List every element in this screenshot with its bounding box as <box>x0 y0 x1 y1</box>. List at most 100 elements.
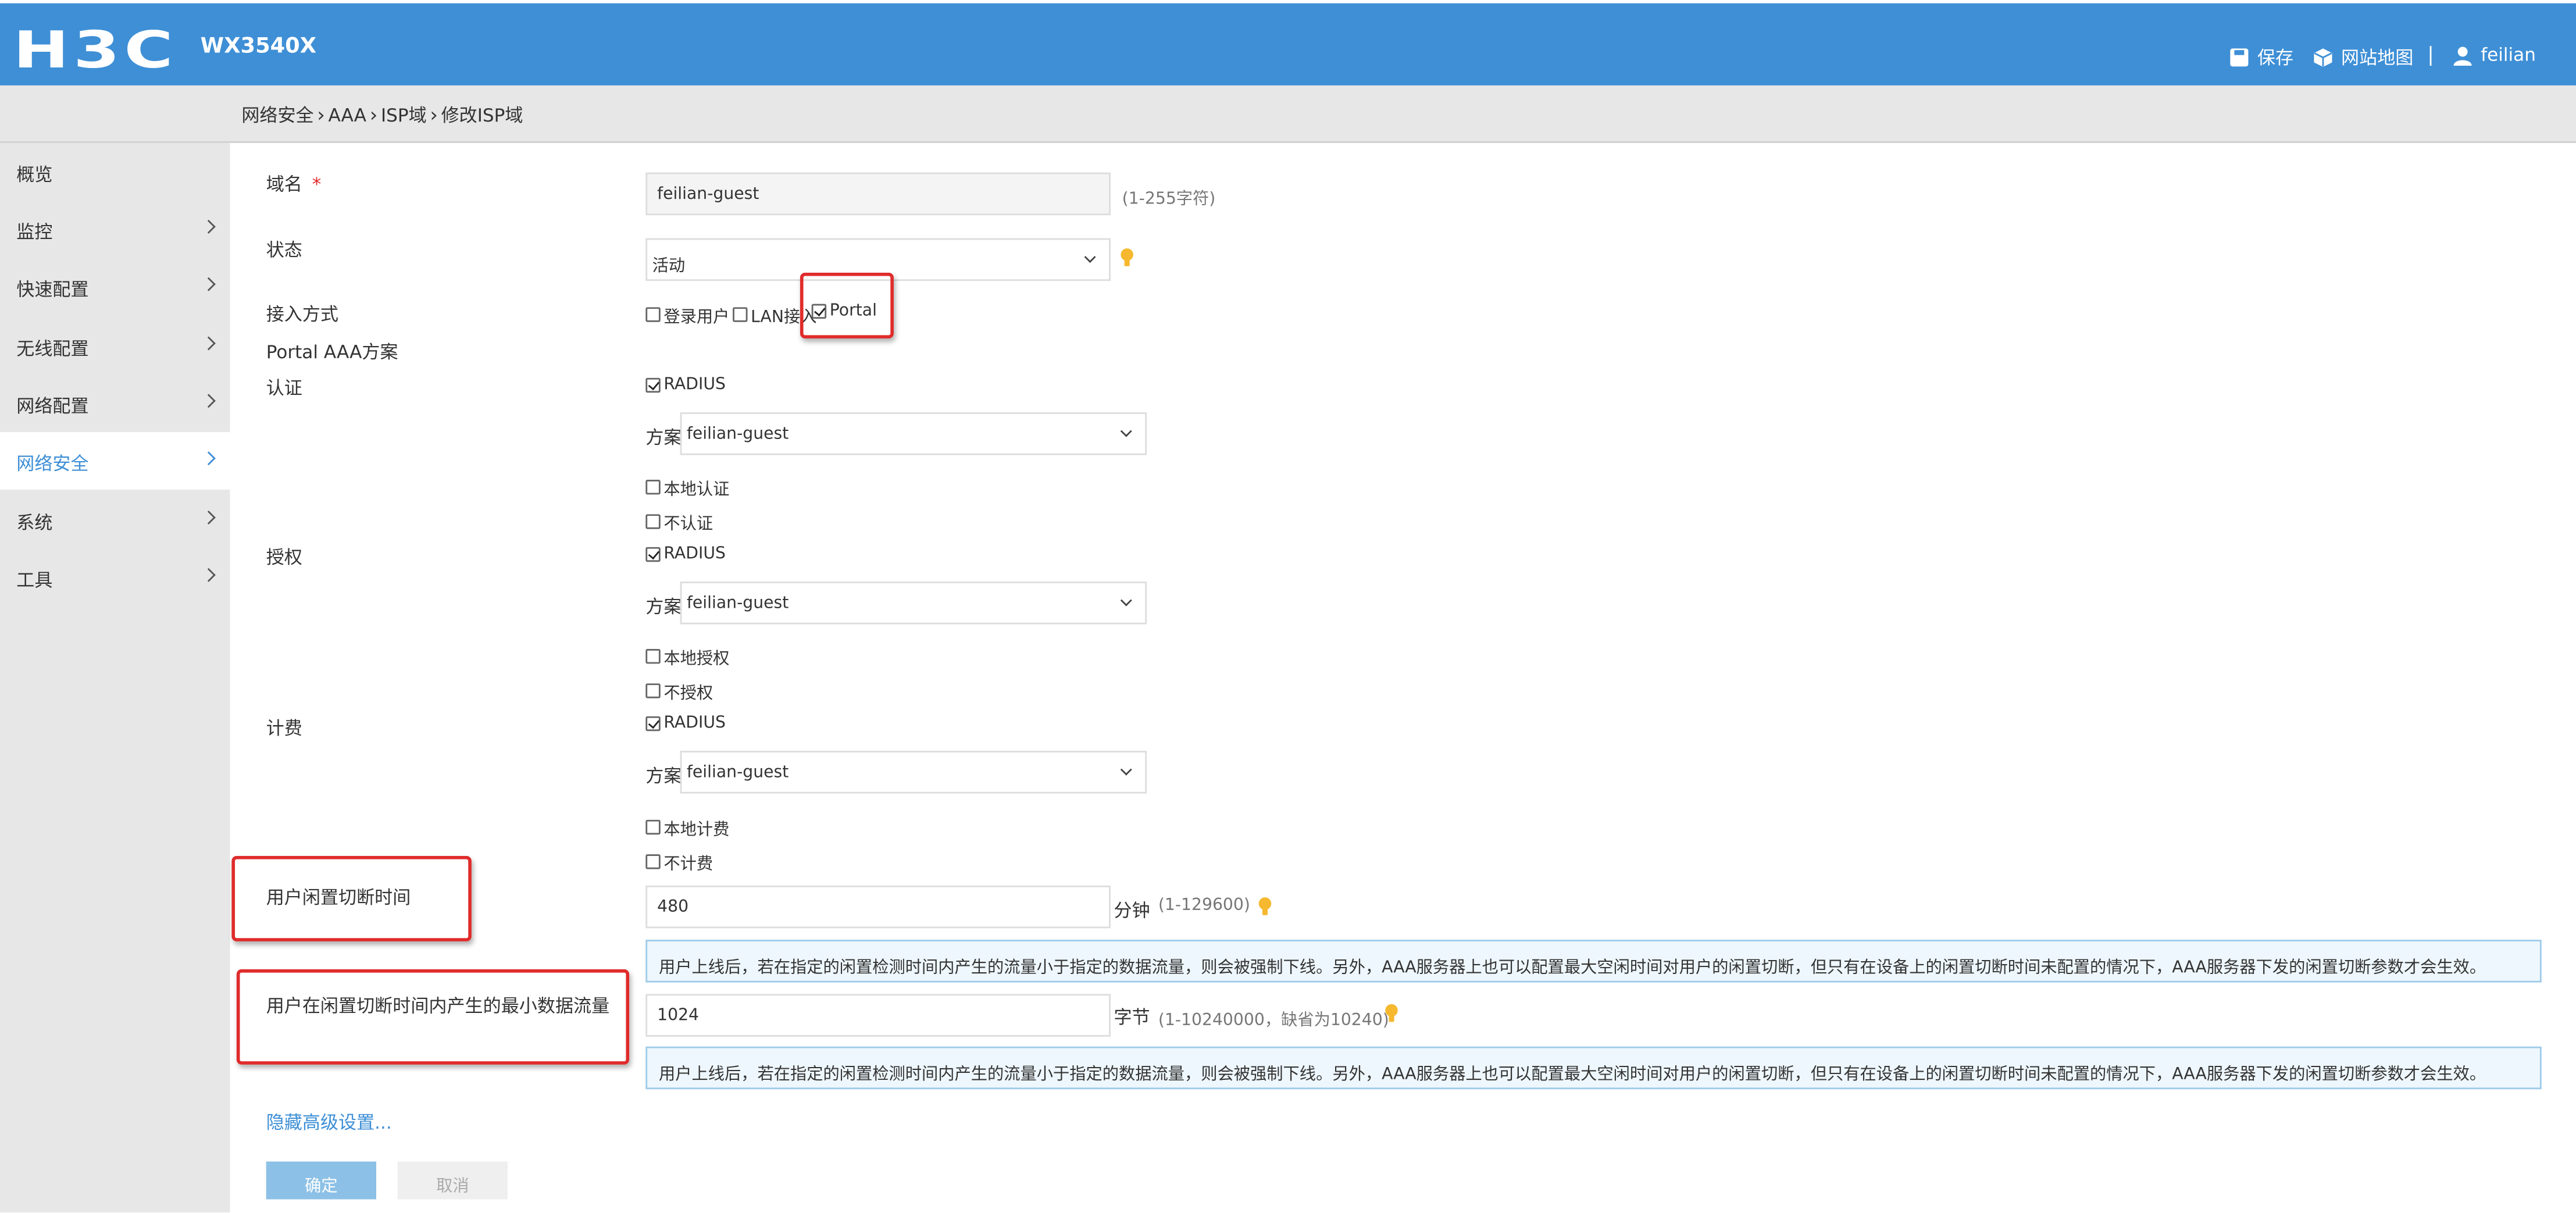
sidebar-item-tools[interactable]: 工具 <box>0 549 230 606</box>
chevron-right-icon <box>201 451 216 466</box>
idle-flow-hint: (1-10240000，缺省为10240) <box>1158 1012 1389 1030</box>
checkbox-unchecked-icon <box>645 648 661 664</box>
sitemap-button[interactable]: 网站地图 <box>2313 44 2413 70</box>
breadcrumb: 网络安全 › AAA › ISP域 › 修改ISP域 <box>241 102 523 128</box>
breadcrumb-current: 修改ISP域 <box>441 105 523 127</box>
idle-time-unit: 分钟 <box>1114 900 1150 922</box>
sidebar-item-network-security[interactable]: 网络安全 <box>0 432 230 490</box>
acct-plan-select[interactable]: feilian-guest <box>680 751 1147 794</box>
sidebar-item-monitor[interactable]: 监控 <box>0 201 230 258</box>
sidebar-item-system[interactable]: 系统 <box>0 491 230 549</box>
authz-plan-value: feilian-guest <box>686 594 789 613</box>
device-model: WX3540X <box>200 34 317 59</box>
tip-bulb-icon[interactable] <box>1258 897 1272 917</box>
tip-bulb-icon[interactable] <box>1121 248 1134 268</box>
cube-icon <box>2314 48 2332 67</box>
save-button[interactable]: 保存 <box>2229 44 2293 70</box>
idle-flow-unit: 字节 <box>1114 1007 1150 1029</box>
hide-advanced-link[interactable]: 隐藏高级设置... <box>266 1109 392 1135</box>
auth-plan-value: feilian-guest <box>686 425 789 444</box>
status-select-value: 活动 <box>652 258 686 276</box>
checkbox-label: 登录用户 <box>663 309 730 327</box>
checkbox-unchecked-icon <box>645 683 661 698</box>
chevron-right-icon <box>201 510 216 525</box>
checkbox-checked-icon <box>645 547 661 562</box>
checkbox-unchecked-icon <box>645 819 661 835</box>
acct-local-checkbox[interactable]: 本地计费 <box>645 815 730 840</box>
highlight-box-portal <box>800 272 894 339</box>
highlight-box-idle-flow <box>236 969 630 1065</box>
authz-label: 授权 <box>266 547 302 569</box>
tip-bulb-icon[interactable] <box>1385 1004 1398 1023</box>
acct-plan-value: feilian-guest <box>686 764 789 782</box>
domain-input[interactable]: feilian-guest <box>645 172 1111 216</box>
chevron-right-icon <box>201 219 216 234</box>
access-login-user-checkbox[interactable]: 登录用户 <box>645 302 729 327</box>
auth-none-checkbox[interactable]: 不认证 <box>645 509 713 534</box>
checkbox-label: 本地认证 <box>663 481 730 500</box>
checkbox-label: 不授权 <box>663 685 713 704</box>
portal-aaa-title: Portal AAA方案 <box>266 341 398 363</box>
sidebar-item-label: 快速配置 <box>16 279 89 301</box>
highlight-box-idle-time <box>231 855 472 941</box>
breadcrumb-item[interactable]: ISP域 <box>381 102 427 128</box>
top-header: H3C WX3540X 保存 网站地图 feilian <box>0 3 2576 85</box>
sidebar-item-label: 系统 <box>16 512 53 534</box>
checkbox-unchecked-icon <box>733 307 748 322</box>
username: feilian <box>2481 44 2536 66</box>
checkbox-unchecked-icon <box>645 854 661 869</box>
checkbox-unchecked-icon <box>645 514 661 529</box>
auth-radius-checkbox[interactable]: RADIUS <box>645 376 726 394</box>
checkbox-label: 本地计费 <box>663 821 730 840</box>
sidebar-item-quick-config[interactable]: 快速配置 <box>0 258 230 316</box>
sidebar-item-network-config[interactable]: 网络配置 <box>0 374 230 432</box>
idle-flow-input[interactable]: 1024 <box>645 994 1111 1037</box>
idle-flow-info-tip: 用户上线后，若在指定的闲置检测时间内产生的流量小于指定的数据流量，则会被强制下线… <box>645 1046 2542 1090</box>
authz-none-checkbox[interactable]: 不授权 <box>645 679 713 703</box>
user-menu[interactable]: feilian <box>2453 44 2536 66</box>
sidebar: 概览 监控 快速配置 无线配置 网络配置 网络安全 系统 工具 <box>0 142 230 1213</box>
svg-text:H3C: H3C <box>13 24 178 74</box>
sitemap-label: 网站地图 <box>2341 47 2414 69</box>
domain-hint: (1-255字符) <box>1122 190 1216 209</box>
chevron-right-icon: › <box>430 103 438 127</box>
cancel-button[interactable]: 取消 <box>397 1161 508 1200</box>
chevron-right-icon <box>201 277 216 291</box>
auth-plan-label: 方案 <box>645 427 682 449</box>
domain-label-text: 域名 <box>266 174 302 196</box>
acct-none-checkbox[interactable]: 不计费 <box>645 850 713 874</box>
acct-label: 计费 <box>266 718 302 740</box>
save-label: 保存 <box>2257 47 2294 69</box>
idle-time-input[interactable]: 480 <box>645 885 1111 929</box>
checkbox-label: 不计费 <box>663 855 713 875</box>
checkbox-label: 本地授权 <box>663 650 730 669</box>
sidebar-item-label: 监控 <box>16 222 53 244</box>
breadcrumb-item[interactable]: AAA <box>329 104 367 126</box>
authz-radius-checkbox[interactable]: RADIUS <box>645 545 726 563</box>
authz-plan-select[interactable]: feilian-guest <box>680 581 1147 625</box>
access-mode-label: 接入方式 <box>266 304 339 326</box>
idle-time-hint: (1-129600) <box>1158 897 1250 915</box>
sidebar-item-label: 网络安全 <box>16 453 89 475</box>
status-label: 状态 <box>266 240 302 262</box>
chevron-down-icon <box>1084 251 1096 263</box>
ok-button[interactable]: 确定 <box>266 1161 376 1200</box>
checkbox-label: RADIUS <box>663 376 726 395</box>
sidebar-item-wireless-config[interactable]: 无线配置 <box>0 317 230 374</box>
sidebar-item-label: 无线配置 <box>16 338 89 360</box>
chevron-down-icon <box>1120 594 1132 606</box>
auth-plan-select[interactable]: feilian-guest <box>680 412 1147 455</box>
auth-local-checkbox[interactable]: 本地认证 <box>645 475 729 500</box>
checkbox-unchecked-icon <box>645 307 661 322</box>
checkbox-unchecked-icon <box>645 479 661 495</box>
chevron-right-icon: › <box>369 103 378 127</box>
checkbox-checked-icon <box>645 716 661 732</box>
chevron-down-icon <box>1120 764 1132 776</box>
authz-plan-label: 方案 <box>645 596 682 618</box>
breadcrumb-item[interactable]: 网络安全 <box>241 102 313 128</box>
checkbox-checked-icon <box>645 377 661 393</box>
sidebar-item-overview[interactable]: 概览 <box>0 143 230 201</box>
auth-label: 认证 <box>266 377 302 399</box>
authz-local-checkbox[interactable]: 本地授权 <box>645 644 729 669</box>
acct-radius-checkbox[interactable]: RADIUS <box>645 715 726 733</box>
